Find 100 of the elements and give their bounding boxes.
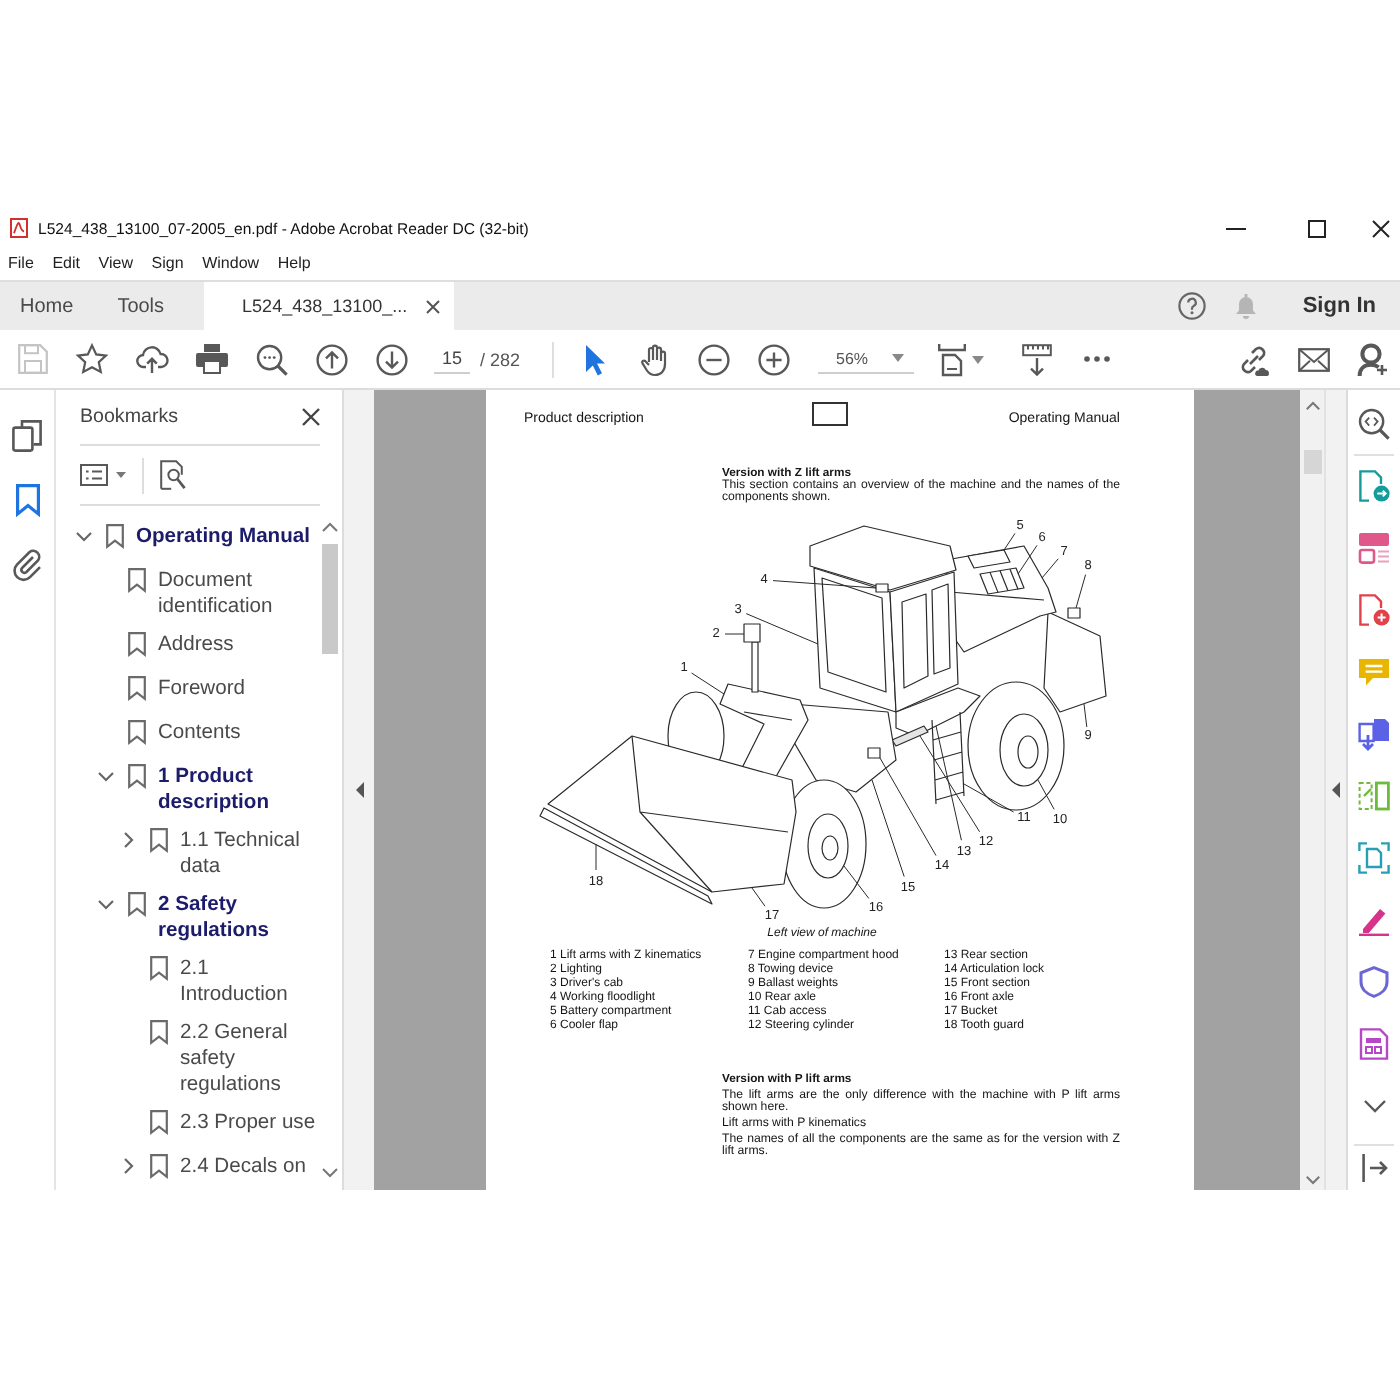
minimize-icon[interactable] [1226,227,1246,229]
towing-hitch [1067,607,1081,619]
add-user-icon[interactable] [1357,343,1387,375]
hand-icon[interactable] [640,343,668,375]
leader-line [595,843,597,871]
scrollbar[interactable] [1300,390,1324,1190]
cooler-flap [979,567,1025,595]
menu-item[interactable]: Window [202,254,260,272]
scroll-mode-icon[interactable] [1021,343,1051,375]
scroll-down-icon[interactable] [321,1168,337,1178]
chevron-down-icon[interactable] [1363,1100,1385,1112]
search-icon[interactable] [256,343,288,375]
panel-title: Bookmarks [80,406,178,428]
file-arrow-icon[interactable] [1358,470,1390,502]
scroll-up-icon[interactable] [321,522,337,532]
menu-item[interactable]: View [98,254,133,272]
bookmark-item[interactable]: Foreword [158,675,245,701]
bookmark-icon [127,892,145,916]
sign-in-button[interactable]: Sign In [1302,294,1376,318]
maximize-icon[interactable] [1308,219,1326,237]
chevron-down-icon[interactable] [98,899,114,909]
mail-icon[interactable] [1298,347,1330,371]
cloud-upload-icon[interactable] [136,344,168,374]
arrow-up-icon[interactable] [316,343,348,375]
search-icon[interactable] [1358,408,1390,440]
collapse-arrow-icon[interactable] [355,782,363,798]
form-icon[interactable] [1358,1028,1390,1060]
help-icon[interactable] [1178,292,1207,320]
bookmark-icon [127,632,145,656]
page-number-box [812,402,848,426]
more-icon[interactable] [1083,356,1109,362]
caret-icon[interactable] [971,355,983,363]
shield-icon[interactable] [1358,966,1390,998]
bookmark-item[interactable]: Operating Manual [136,523,310,549]
caret-icon[interactable] [892,354,904,362]
chevron-down-icon[interactable] [98,771,114,781]
zoom-in-icon[interactable] [758,343,790,375]
steering-cylinder [891,725,929,747]
page-number-field[interactable]: 15 [434,344,470,374]
caret-icon[interactable] [116,472,126,478]
bookmark-item[interactable]: 2 Safety regulations [158,891,318,943]
cursor-icon[interactable] [583,343,605,375]
scrollbar-thumb[interactable] [1303,450,1321,474]
pen-icon[interactable] [1358,904,1390,936]
tab[interactable]: L524_438_13100_... [204,282,455,330]
menu-item[interactable]: Help [277,254,311,272]
menu-item[interactable]: Edit [52,254,80,272]
battery-cover [967,549,1011,569]
bookmark-icon [149,1154,167,1178]
link-icon[interactable] [1238,343,1270,375]
tab[interactable]: Home [0,282,94,330]
articulation-lock [867,747,881,759]
chevron-down-icon[interactable] [76,531,92,541]
arrow-down-icon[interactable] [376,343,408,375]
bookmark-item[interactable]: 2.4 Decals on [180,1153,306,1179]
bookmark-item[interactable]: 1.1 Technical data [180,827,318,879]
bookmark-icon[interactable] [15,484,39,516]
bookmark-item[interactable]: Document identification [158,567,318,619]
scroll-up-icon[interactable] [1305,402,1319,410]
tab[interactable]: Tools [97,282,185,330]
file-plus-icon[interactable] [1358,594,1390,626]
bookmark-item[interactable]: Contents [158,719,241,745]
close-icon[interactable] [302,408,320,426]
scan-icon[interactable] [1358,842,1390,874]
pages-icon[interactable] [12,420,42,452]
panel-expand-icon[interactable] [1361,1154,1387,1182]
page-count: / 282 [480,349,521,369]
leader-line [691,672,725,695]
bookmark-icon [149,1110,167,1134]
bookmark-icon [127,568,145,592]
collapse-arrow-icon[interactable] [1332,782,1340,798]
zoom-field[interactable]: 56% [818,344,914,374]
layout-icon[interactable] [1358,532,1390,564]
paperclip-icon[interactable] [12,548,42,580]
bookmark-item[interactable]: 2.1 Introduction [180,955,318,1007]
menu-item[interactable]: Sign [151,254,184,272]
bookmark-icon [149,956,167,980]
scroll-down-icon[interactable] [1305,1176,1319,1184]
bookmark-icon [127,720,145,744]
bookmark-icon [127,764,145,788]
bookmark-item[interactable]: 1 Product description [158,763,318,815]
print-icon[interactable] [196,344,228,374]
star-icon[interactable] [76,344,108,374]
leader-line [1037,779,1055,810]
leader-line [772,580,877,589]
file-arrow-down-icon[interactable] [1358,718,1390,750]
bookmark-item[interactable]: 2.2 General safety regulations [180,1019,318,1097]
close-icon[interactable] [1372,219,1390,237]
find-bookmark-icon[interactable] [160,460,186,490]
close-icon[interactable] [426,299,441,313]
bookmark-icon [127,676,145,700]
menu-item[interactable]: File [8,254,34,272]
zoom-out-icon[interactable] [698,343,730,375]
list-icon[interactable] [80,464,108,486]
chevron-right-icon[interactable] [123,832,133,848]
bookmark-item[interactable]: Address [158,631,234,657]
chevron-right-icon[interactable] [123,1158,133,1174]
scrollbar-thumb[interactable] [321,544,337,654]
bookmark-item[interactable]: 2.3 Proper use [180,1109,316,1135]
fit-page-icon[interactable] [937,343,965,375]
